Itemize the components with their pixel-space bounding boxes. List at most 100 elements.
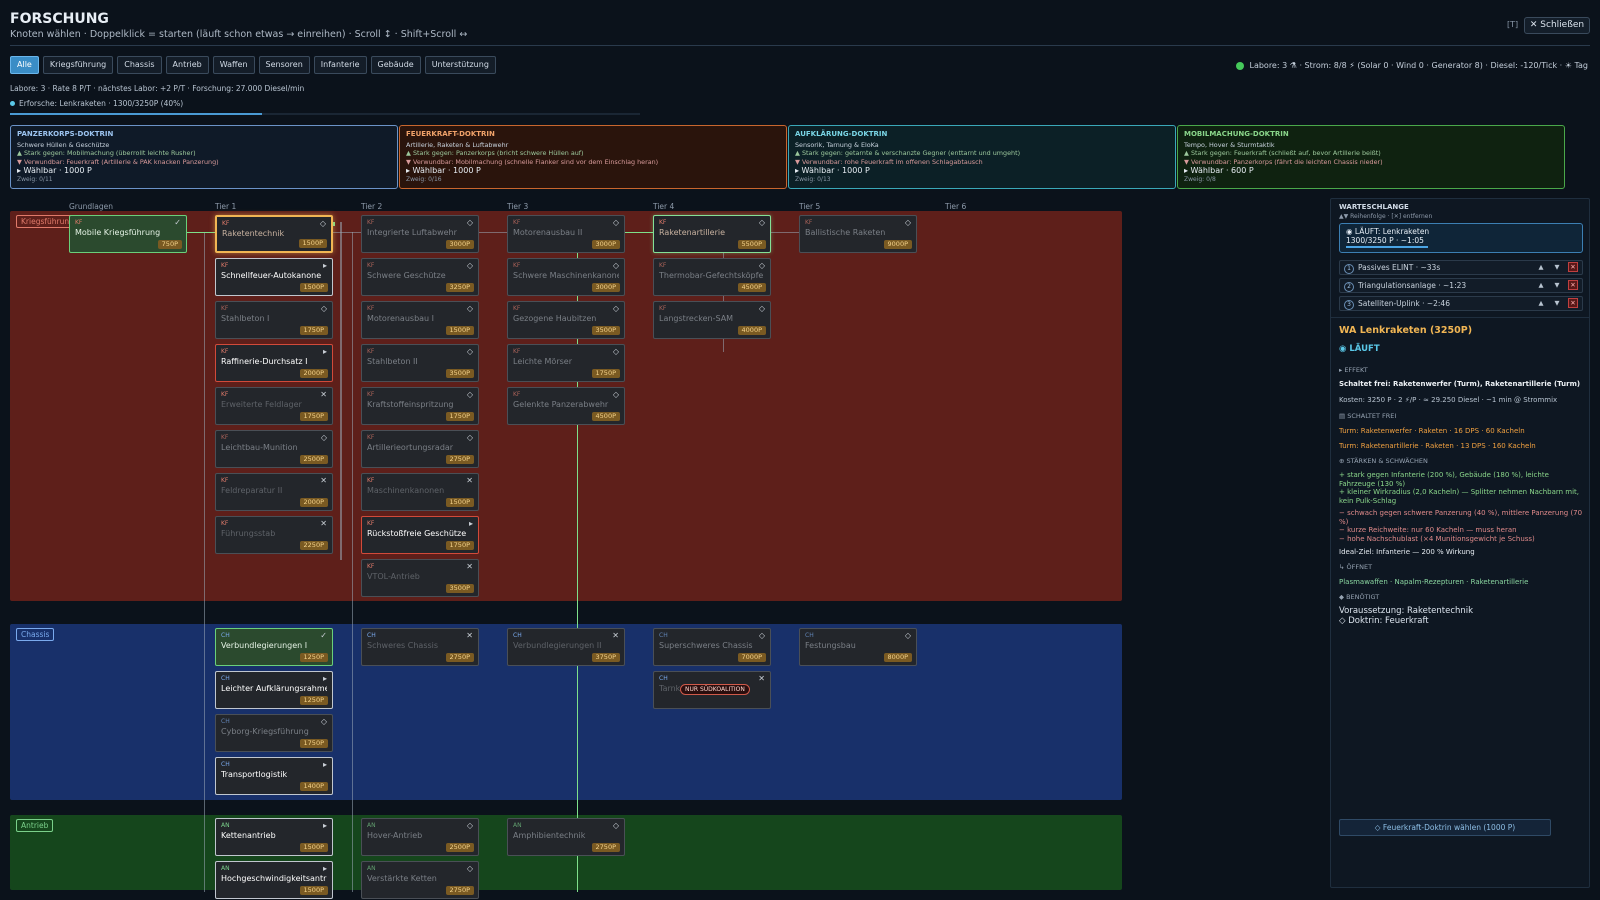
research-node[interactable]: KF Leichtbau-Munition ◇ 2500P — [215, 430, 333, 468]
research-node[interactable]: CH Verbundlegierungen II ✕ 3750P — [507, 628, 625, 666]
node-name: Gezogene Haubitzen — [513, 314, 597, 323]
research-node[interactable]: KF Kraftstoffeinspritzung ◇ 1750P — [361, 387, 479, 425]
tab-antrieb[interactable]: Antrieb — [165, 56, 209, 74]
choose-doctrine-button[interactable]: ◇ Feuerkraft-Doktrin wählen (1000 P) — [1339, 819, 1551, 836]
tab-infanterie[interactable]: Infanterie — [313, 56, 367, 74]
research-node[interactable]: KF Schnellfeuer-Autokanone ▸ 1500P — [215, 258, 333, 296]
move-down-icon[interactable]: ▼ — [1552, 262, 1562, 272]
research-node[interactable]: KF Langstrecken-SAM ◇ 4000P — [653, 301, 771, 339]
doctrine-strength: ▲ Stark gegen: Panzerkorps (bricht schwe… — [406, 149, 584, 158]
node-cost: 5500P — [737, 240, 766, 249]
node-category: AN — [221, 865, 230, 872]
tab-waffen[interactable]: Waffen — [212, 56, 255, 74]
queue-running-item[interactable]: ◉ LÄUFT: Lenkraketen 1300/3250 P · ~1:05 — [1339, 223, 1583, 253]
queue-item[interactable]: 1 Passives ELINT · ~33s ▲ ▼ ✕ — [1339, 260, 1583, 275]
requires-heading: ◆ BENÖTIGT — [1339, 593, 1380, 601]
move-up-icon[interactable]: ▲ — [1536, 262, 1546, 272]
research-node[interactable]: KF Rückstoßfreie Geschütze ▸ 1750P — [361, 516, 479, 554]
header-divider — [10, 45, 1590, 46]
research-node[interactable]: CH Schweres Chassis ✕ 2750P — [361, 628, 479, 666]
research-node[interactable]: CH Festungsbau ◇ 8000P — [799, 628, 917, 666]
research-node[interactable]: KF Erweiterte Feldlager ✕ 1750P — [215, 387, 333, 425]
research-node[interactable]: AN Amphibientechnik ◇ 2750P — [507, 818, 625, 856]
tab-gebäude[interactable]: Gebäude — [370, 56, 421, 74]
move-down-icon[interactable]: ▼ — [1552, 298, 1562, 308]
node-status-icon: ◇ — [612, 304, 619, 313]
research-node[interactable]: CH Superschweres Chassis ◇ 7000P — [653, 628, 771, 666]
research-node[interactable]: KF VTOL-Antrieb ✕ 3500P — [361, 559, 479, 597]
node-cost: 1750P — [299, 412, 328, 421]
node-cost: 750P — [157, 240, 182, 249]
queue-item[interactable]: 2 Triangulationsanlage · ~1:23 ▲ ▼ ✕ — [1339, 278, 1583, 293]
research-node[interactable]: KF Maschinenkanonen ✕ 1500P — [361, 473, 479, 511]
remove-icon[interactable]: ✕ — [1568, 298, 1578, 308]
research-node[interactable]: KF Schwere Geschütze ◇ 3250P — [361, 258, 479, 296]
node-category: AN — [367, 822, 376, 829]
close-button[interactable]: ✕ Schließen — [1524, 17, 1590, 34]
faction-lock-badge: NUR SÜDKOALITION — [680, 684, 750, 695]
research-node[interactable]: AN Hover-Antrieb ◇ 2500P — [361, 818, 479, 856]
research-node[interactable]: CH Tarnk ✕ NUR SÜDKOALITION — [653, 671, 771, 709]
tab-chassis[interactable]: Chassis — [117, 56, 162, 74]
node-status-icon: ◇ — [612, 390, 619, 399]
tab-alle[interactable]: Alle — [10, 56, 39, 74]
research-node[interactable]: KF Raffinerie-Durchsatz I ▸ 2000P — [215, 344, 333, 382]
research-node[interactable]: CH Transportlogistik ▸ 1400P — [215, 757, 333, 795]
research-node[interactable]: KF Artillerieortungsradar ◇ 2750P — [361, 430, 479, 468]
research-node[interactable]: KF Stahlbeton I ◇ 1750P — [215, 301, 333, 339]
tab-unterstützung[interactable]: Unterstützung — [424, 56, 496, 74]
research-node[interactable]: AN Hochgeschwindigkeitsantrieb ▸ 1500P — [215, 861, 333, 899]
doctrine-card[interactable]: PANZERKORPS-DOKTRIN Schwere Hüllen & Gesc… — [10, 125, 398, 189]
node-category: KF — [75, 219, 83, 226]
research-node[interactable]: KF Gelenkte Panzerabwehr ◇ 4500P — [507, 387, 625, 425]
move-down-icon[interactable]: ▼ — [1552, 280, 1562, 290]
node-name: Langstrecken-SAM — [659, 314, 734, 323]
node-cost: 1750P — [591, 369, 620, 378]
node-name: Führungsstab — [221, 529, 276, 538]
connector-line — [333, 232, 361, 233]
research-node[interactable]: KF Ballistische Raketen ◇ 9000P — [799, 215, 917, 253]
move-up-icon[interactable]: ▲ — [1536, 298, 1546, 308]
node-name: Schnellfeuer-Autokanone — [221, 271, 322, 280]
node-category: CH — [221, 718, 230, 725]
page-subtitle: Knoten wählen · Doppelklick = starten (l… — [10, 29, 468, 40]
doctrine-card[interactable]: AUFKLÄRUNG-DOKTRIN Sensorik, Tarnung & El… — [788, 125, 1176, 189]
doctrine-description: Sensorik, Tarnung & EloKa — [795, 140, 879, 149]
research-node[interactable]: CH Leichter Aufklärungsrahmen ▸ 1250P — [215, 671, 333, 709]
research-node[interactable]: AN Verstärkte Ketten ◇ 2750P — [361, 861, 479, 899]
research-node[interactable]: KF Motorenausbau I ◇ 1500P — [361, 301, 479, 339]
research-node[interactable]: KF Motorenausbau II ◇ 3000P — [507, 215, 625, 253]
node-cost: 1750P — [299, 739, 328, 748]
node-cost: 8000P — [883, 653, 912, 662]
research-node[interactable]: KF Leichte Mörser ◇ 1750P — [507, 344, 625, 382]
remove-icon[interactable]: ✕ — [1568, 280, 1578, 290]
tier-header: Tier 5 — [799, 202, 821, 211]
research-node[interactable]: CH Verbundlegierungen I ✓ 1250P — [215, 628, 333, 666]
research-node[interactable]: KF Mobile Kriegsführung ✓ 750P — [69, 215, 187, 253]
move-up-icon[interactable]: ▲ — [1536, 280, 1546, 290]
research-node[interactable]: KF Führungsstab ✕ 2250P — [215, 516, 333, 554]
research-node[interactable]: KF Stahlbeton II ◇ 3500P — [361, 344, 479, 382]
node-name: Verbundlegierungen II — [513, 641, 602, 650]
research-node[interactable]: KF Raketentechnik ◇ 1500P — [215, 215, 333, 253]
research-progress-bar — [10, 113, 640, 115]
tier-header: Grundlagen — [69, 202, 113, 211]
remove-icon[interactable]: ✕ — [1568, 262, 1578, 272]
doctrine-card[interactable]: FEUERKRAFT-DOKTRIN Artillerie, Raketen & … — [399, 125, 787, 189]
doctrine-card[interactable]: MOBILMACHUNG-DOKTRIN Tempo, Hover & Sturm… — [1177, 125, 1565, 189]
research-node[interactable]: AN Kettenantrieb ▸ 1500P — [215, 818, 333, 856]
research-node[interactable]: KF Schwere Maschinenkanone ◇ 3000P — [507, 258, 625, 296]
queue-item[interactable]: 3 Satelliten-Uplink · ~2:46 ▲ ▼ ✕ — [1339, 296, 1583, 311]
requirement-2: ◇ Doktrin: Feuerkraft — [1339, 616, 1429, 626]
research-node[interactable]: CH Cyborg-Kriegsführung ◇ 1750P — [215, 714, 333, 752]
node-status-icon: ▸ — [322, 760, 327, 769]
research-node[interactable]: KF Thermobar-Gefechtsköpfe ◇ 4500P — [653, 258, 771, 296]
node-category: KF — [367, 391, 375, 398]
research-node[interactable]: KF Integrierte Luftabwehr ◇ 3000P — [361, 215, 479, 253]
tab-kriegsführung[interactable]: Kriegsführung — [42, 56, 114, 74]
research-node[interactable]: KF Gezogene Haubitzen ◇ 3500P — [507, 301, 625, 339]
tab-sensoren[interactable]: Sensoren — [258, 56, 310, 74]
research-node[interactable]: KF Feldreparatur II ✕ 2000P — [215, 473, 333, 511]
queue-running-bar — [1346, 246, 1428, 248]
research-node[interactable]: KF Raketenartillerie ◇ 5500P — [653, 215, 771, 253]
